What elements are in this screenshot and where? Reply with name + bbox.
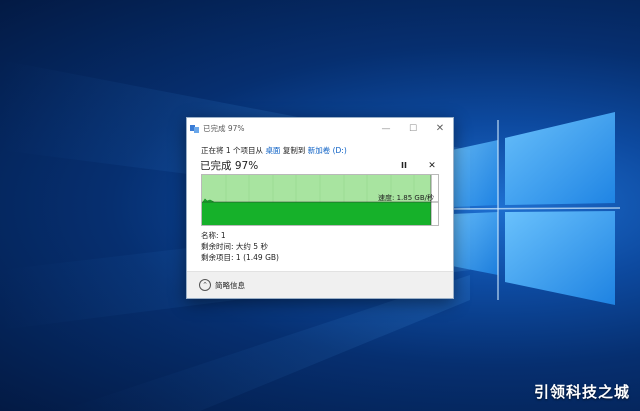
watermark-text: 引领科技之城: [533, 383, 630, 401]
destination-link[interactable]: 新加卷 (D:): [308, 146, 347, 155]
item-name-line: 名称: 1: [201, 231, 226, 240]
pause-button[interactable]: II: [398, 160, 410, 172]
speed-area: [202, 202, 431, 225]
items-remaining-line: 剩余项目: 1 (1.49 GB): [201, 253, 279, 262]
time-remaining-line: 剩余时间: 大约 5 秒: [201, 242, 268, 251]
window-title: 已完成 97%: [203, 124, 245, 133]
minimize-button[interactable]: —: [377, 121, 395, 137]
speed-label: 速度: 1.85 GB/秒: [378, 194, 434, 202]
copy-status-line: 正在将 1 个项目从 桌面 复制到 新加卷 (D:): [201, 145, 347, 156]
maximize-button[interactable]: ☐: [404, 121, 422, 137]
chevron-up-icon: ⌃: [199, 279, 211, 291]
file-copy-icon: [190, 125, 199, 133]
percent-complete: 已完成 97%: [200, 160, 259, 172]
dialog-footer: ⌃ 简略信息: [187, 272, 453, 298]
status-middle: 复制到: [282, 146, 306, 155]
copy-progress-dialog: 已完成 97% — ☐ ✕ 正在将 1 个项目从 桌面 复制到 新加卷 (D:)…: [186, 117, 454, 299]
transfer-speed-graph: 速度: 1.85 GB/秒: [201, 174, 439, 226]
less-details-label: 简略信息: [215, 281, 245, 290]
source-link[interactable]: 桌面: [265, 146, 280, 155]
cancel-button[interactable]: ✕: [426, 160, 438, 172]
status-prefix: 正在将 1 个项目从: [201, 146, 264, 155]
close-button[interactable]: ✕: [431, 121, 449, 137]
title-bar[interactable]: 已完成 97% — ☐ ✕: [187, 118, 453, 140]
